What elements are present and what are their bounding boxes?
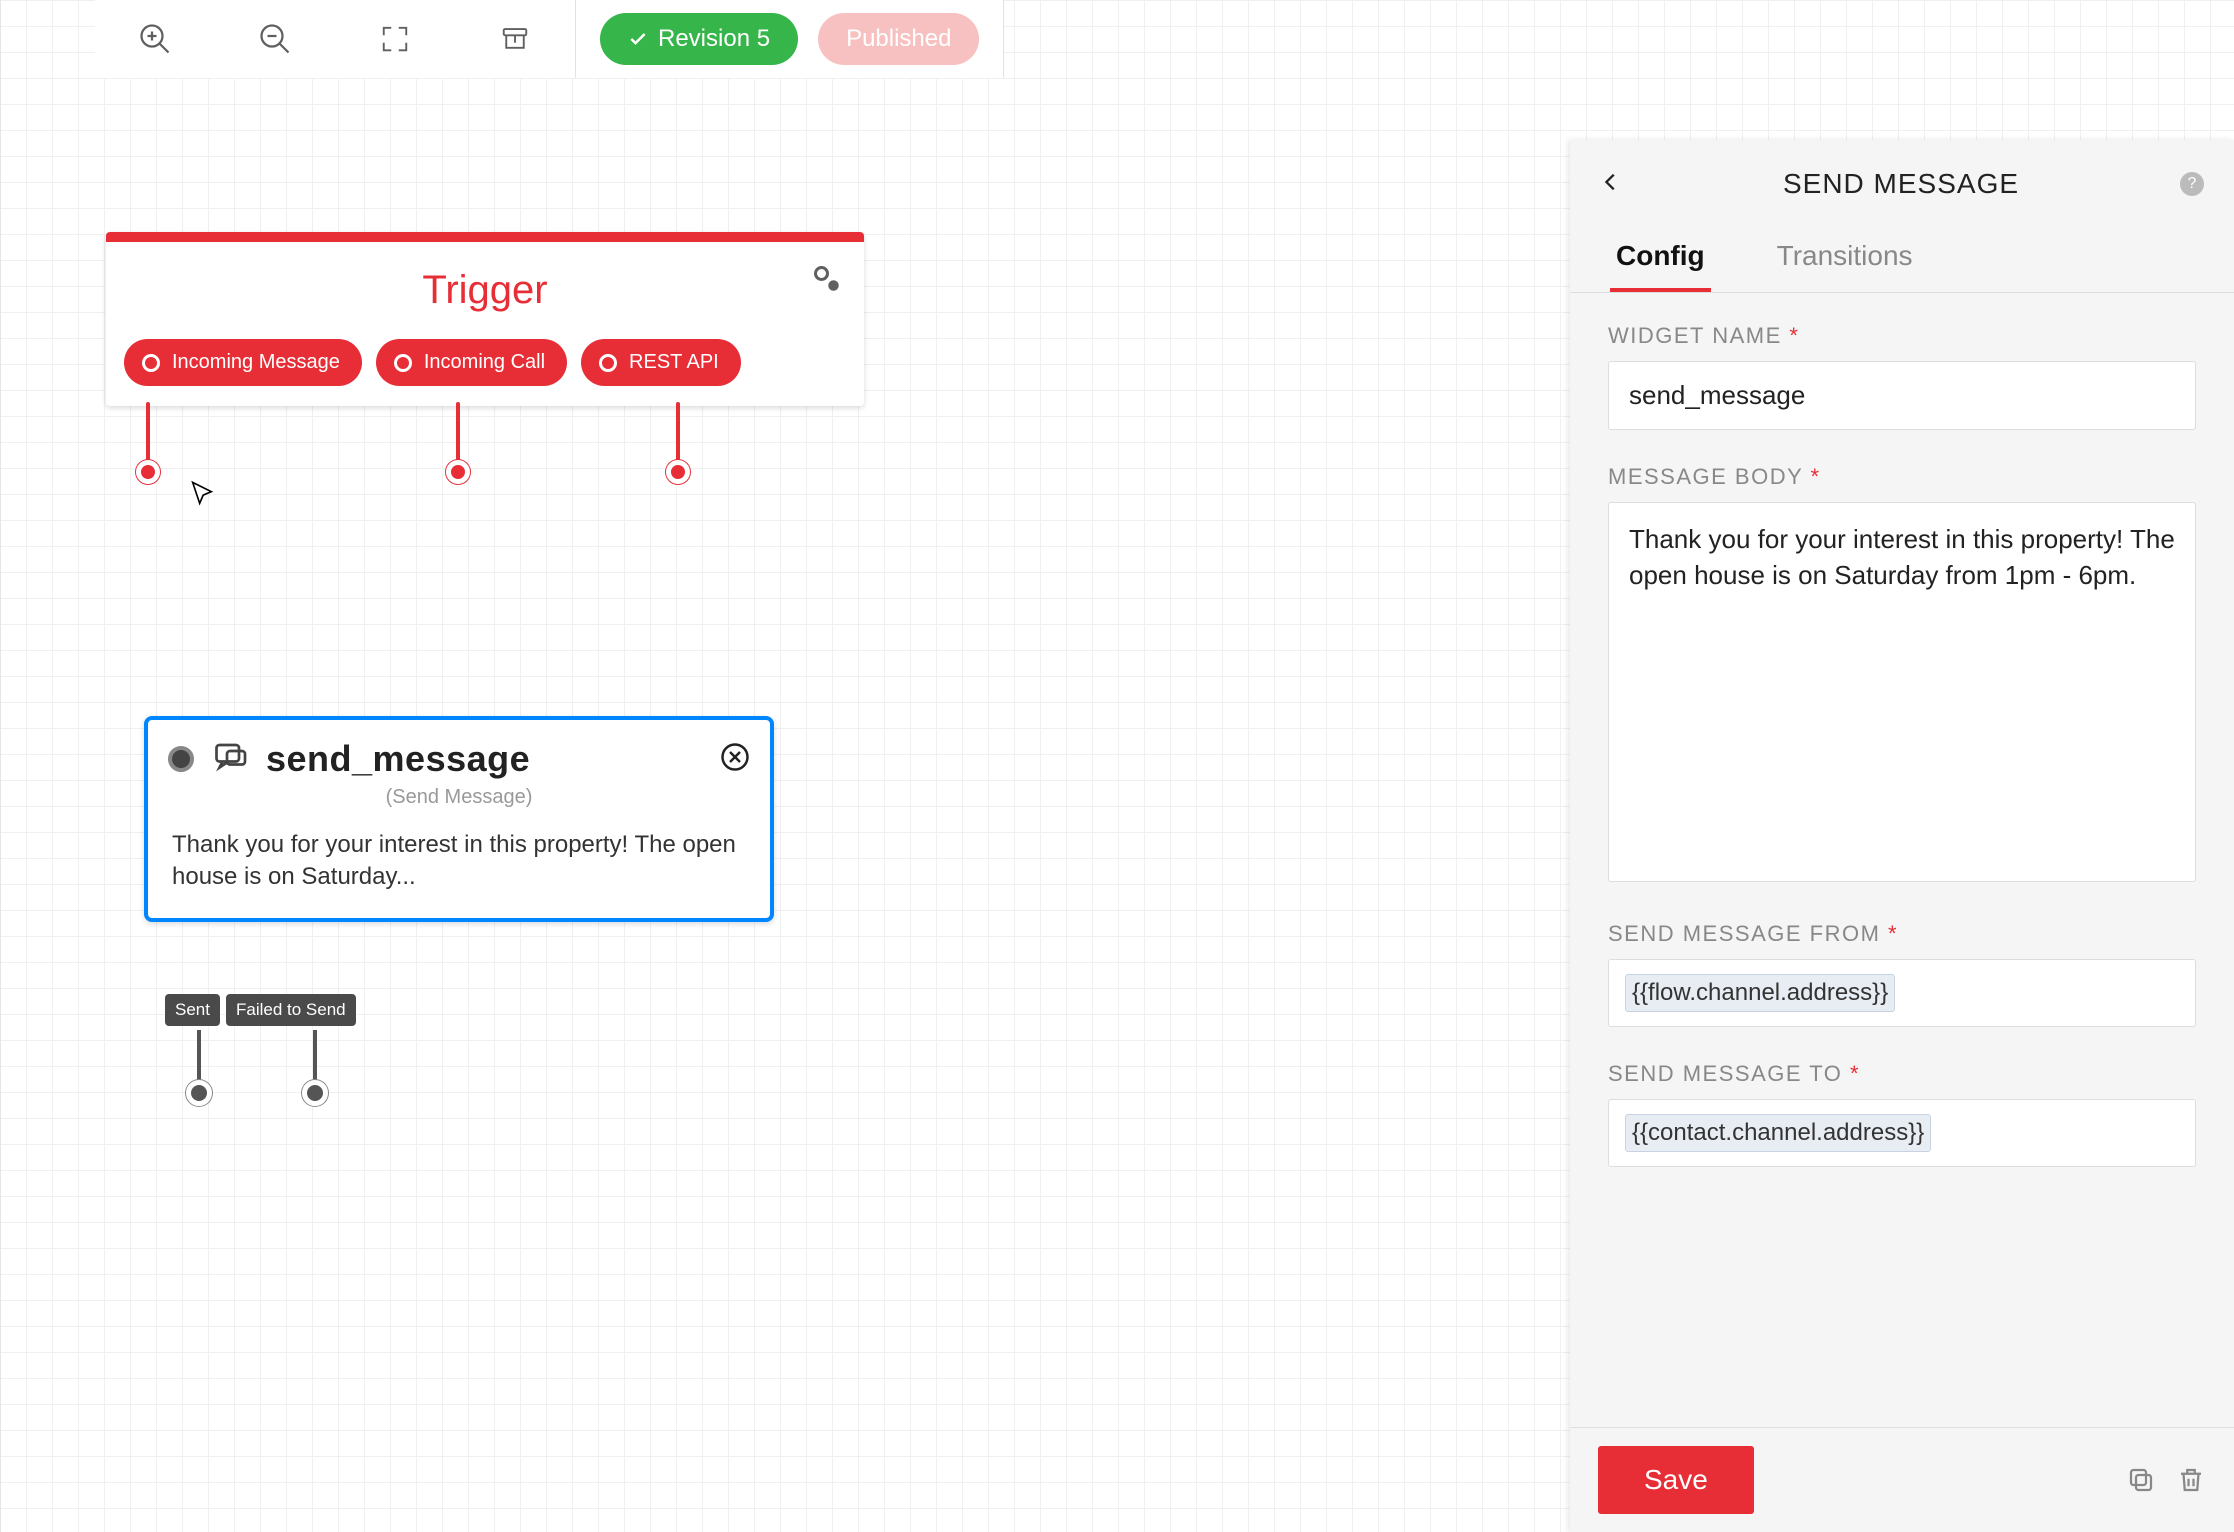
- connector-handle[interactable]: [186, 1080, 212, 1106]
- message-body-input[interactable]: [1608, 502, 2196, 882]
- output-failed[interactable]: Failed to Send: [226, 994, 356, 1026]
- widget-status-dot: [168, 746, 194, 772]
- trigger-output-incoming-message[interactable]: Incoming Message: [124, 339, 362, 386]
- output-sent[interactable]: Sent: [165, 994, 220, 1026]
- history-button[interactable]: [455, 0, 575, 78]
- trigger-output-rest-api[interactable]: REST API: [581, 339, 741, 386]
- canvas-toolbar: Revision 5 Published: [95, 0, 1004, 78]
- trigger-settings-button[interactable]: [808, 260, 844, 301]
- tab-transitions[interactable]: Transitions: [1771, 224, 1919, 292]
- widget-name-input[interactable]: [1608, 361, 2196, 430]
- panel-back-button[interactable]: [1600, 171, 1622, 198]
- duplicate-icon[interactable]: [2126, 1465, 2156, 1495]
- archive-icon: [500, 24, 530, 54]
- ring-icon: [394, 354, 412, 372]
- tab-config[interactable]: Config: [1610, 224, 1711, 292]
- ring-icon: [599, 354, 617, 372]
- revision-pill[interactable]: Revision 5: [600, 13, 798, 65]
- chat-icon: [212, 739, 248, 780]
- widget-delete-button[interactable]: [720, 742, 750, 777]
- connector-handle[interactable]: [446, 460, 470, 484]
- published-label: Published: [846, 25, 951, 53]
- panel-title: SEND MESSAGE: [1642, 168, 2160, 200]
- connector-handle[interactable]: [302, 1080, 328, 1106]
- widget-subtitle: (Send Message): [148, 786, 770, 809]
- panel-body[interactable]: WIDGET NAME * MESSAGE BODY * SEND MESSAG…: [1570, 293, 2234, 1427]
- message-body-label: MESSAGE BODY *: [1608, 464, 2196, 490]
- gears-icon: [808, 260, 844, 296]
- panel-help-button[interactable]: ?: [2180, 172, 2204, 196]
- revision-label: Revision 5: [658, 25, 770, 53]
- widget-name-label: WIDGET NAME *: [1608, 323, 2196, 349]
- pill-label: REST API: [629, 351, 719, 374]
- trash-icon[interactable]: [2176, 1465, 2206, 1495]
- ring-icon: [142, 354, 160, 372]
- send-to-input[interactable]: {{contact.channel.address}}: [1608, 1099, 2196, 1167]
- liquid-token[interactable]: {{contact.channel.address}}: [1625, 1114, 1931, 1152]
- zoom-in-button[interactable]: [95, 0, 215, 78]
- panel-footer: Save: [1570, 1427, 2234, 1532]
- zoom-out-icon: [257, 21, 293, 57]
- liquid-token[interactable]: {{flow.channel.address}}: [1625, 974, 1895, 1012]
- trigger-title: Trigger: [422, 268, 547, 312]
- widget-outputs: Sent Failed to Send: [165, 994, 356, 1026]
- check-icon: [628, 29, 648, 49]
- published-pill[interactable]: Published: [818, 13, 979, 65]
- save-button[interactable]: Save: [1598, 1446, 1754, 1514]
- widget-body-preview: Thank you for your interest in this prop…: [148, 809, 770, 900]
- send-message-widget[interactable]: send_message (Send Message) Thank you fo…: [144, 716, 774, 922]
- trigger-output-incoming-call[interactable]: Incoming Call: [376, 339, 567, 386]
- send-from-label: SEND MESSAGE FROM *: [1608, 921, 2196, 947]
- send-from-input[interactable]: {{flow.channel.address}}: [1608, 959, 2196, 1027]
- pill-label: Incoming Call: [424, 351, 545, 374]
- config-panel: SEND MESSAGE ? Config Transitions WIDGET…: [1570, 140, 2234, 1532]
- panel-tabs: Config Transitions: [1570, 224, 2234, 293]
- connector-handle[interactable]: [136, 460, 160, 484]
- connector-handle[interactable]: [666, 460, 690, 484]
- send-to-label: SEND MESSAGE TO *: [1608, 1061, 2196, 1087]
- widget-title: send_message: [266, 738, 530, 780]
- expand-icon: [380, 24, 410, 54]
- zoom-out-button[interactable]: [215, 0, 335, 78]
- close-circle-icon: [720, 742, 750, 772]
- pill-label: Incoming Message: [172, 351, 340, 374]
- zoom-in-icon: [137, 21, 173, 57]
- chevron-left-icon: [1600, 171, 1622, 193]
- fit-screen-button[interactable]: [335, 0, 455, 78]
- trigger-widget[interactable]: Trigger Incoming Message Incoming Call R…: [106, 232, 864, 406]
- cursor-icon: [188, 480, 216, 508]
